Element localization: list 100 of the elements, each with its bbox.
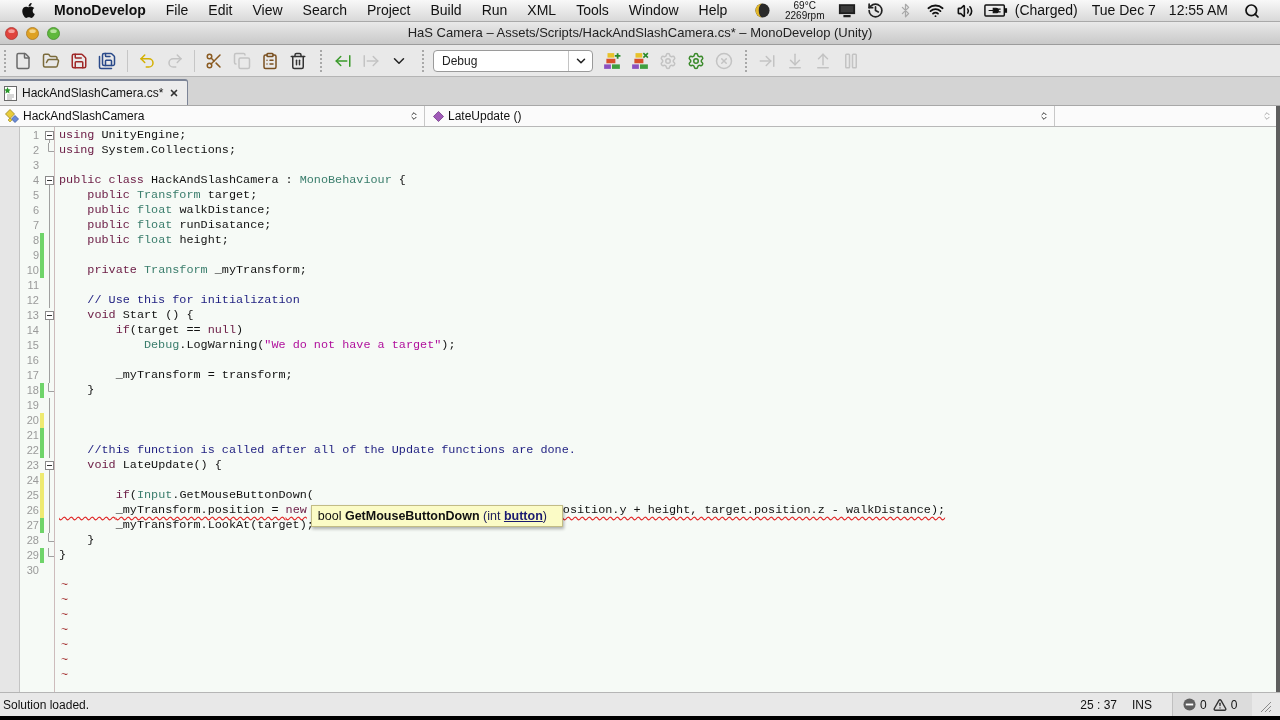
menu-item[interactable]: Window — [628, 0, 679, 21]
trash-icon[interactable] — [289, 51, 307, 70]
code-line: osition.y + height, target.position.z - walkDistance); — [562, 503, 946, 518]
temperature-reading: 69°C — [793, 0, 816, 11]
line-number: 21 — [25, 428, 39, 443]
collapse-icon[interactable] — [44, 311, 54, 320]
line-number: 30 — [25, 563, 39, 578]
save-icon[interactable] — [70, 51, 88, 70]
menu-item[interactable]: View — [252, 0, 283, 21]
scissors-icon[interactable] — [205, 51, 223, 70]
code-line: public Transform target; — [87, 188, 258, 203]
battery-status[interactable]: (Charged) — [1014, 0, 1078, 21]
insert-mode: INS — [1132, 696, 1152, 714]
wifi-icon[interactable] — [926, 2, 946, 19]
close-icon[interactable] — [169, 88, 179, 98]
configuration-dropdown[interactable]: Debug — [433, 49, 593, 72]
line-number: 27 — [25, 518, 39, 533]
app-menu[interactable]: MonoDevelop — [54, 0, 146, 21]
diamond-icon — [433, 110, 444, 122]
member-dropdown[interactable]: LateUpdate () — [425, 106, 1055, 126]
code-line: if(Input.GetMouseButtonDown( — [115, 488, 314, 503]
folder-icon[interactable] — [42, 51, 60, 70]
code-line: } — [87, 533, 95, 548]
line-number: 22 — [25, 443, 39, 458]
save-all-icon[interactable] — [98, 51, 116, 70]
file-icon[interactable] — [14, 51, 32, 70]
line-number: 5 — [31, 188, 39, 203]
warning-count: 0 — [1230, 696, 1238, 714]
menu-item[interactable]: Run — [481, 0, 508, 21]
line-number: 19 — [25, 398, 39, 413]
fan-speed-reading: 2269rpm — [785, 10, 825, 21]
history-icon[interactable] — [867, 2, 885, 19]
line-number: 16 — [25, 353, 39, 368]
blocks-icon[interactable] — [603, 51, 621, 70]
warning-icon — [1212, 697, 1227, 712]
tilde-marker: ~ — [60, 608, 69, 623]
tilde-marker: ~ — [60, 593, 69, 608]
menu-item[interactable]: Edit — [208, 0, 233, 21]
line-number: 11 — [26, 278, 39, 293]
menu-item[interactable]: Build — [430, 0, 462, 21]
line-number: 13 — [25, 308, 39, 323]
code-line: public float runDisatance; — [87, 218, 272, 233]
code-line: private Transform _myTransform; — [87, 263, 307, 278]
display-icon[interactable] — [837, 3, 856, 18]
status-message: Solution loaded. — [2, 696, 90, 714]
code-line: using System.Collections; — [59, 143, 236, 158]
line-number: 29 — [25, 548, 39, 563]
code-line: using UnityEngine; — [59, 128, 187, 143]
menu-item[interactable]: Search — [302, 0, 347, 21]
blocks-icon[interactable] — [631, 51, 649, 70]
code-line: } — [59, 548, 67, 563]
line-number: 28 — [25, 533, 39, 548]
line-number: 26 — [25, 503, 39, 518]
menu-time[interactable]: 12:55 AM — [1168, 0, 1228, 21]
line-number: 25 — [25, 488, 39, 503]
menu-item[interactable]: Help — [698, 0, 728, 21]
line-number: 6 — [31, 203, 39, 218]
line-number: 1 — [31, 128, 39, 143]
code-line: _myTransform.position = new — [115, 503, 307, 518]
minimize-icon[interactable] — [26, 26, 39, 40]
class-dropdown[interactable]: HackAndSlashCamera — [0, 106, 425, 126]
line-number: 24 — [25, 473, 39, 488]
code-line: public float height; — [87, 233, 229, 248]
code-line: _myTransform = transform; — [115, 368, 293, 383]
line-number: 15 — [25, 338, 39, 353]
search-icon[interactable] — [1244, 2, 1260, 19]
signature-tooltip: bool GetMouseButtonDown (int button) — [310, 505, 563, 527]
cursor-position: 25 : 37 — [1080, 696, 1117, 714]
tilde-marker: ~ — [60, 638, 69, 653]
code-line: void LateUpdate() { — [87, 458, 222, 473]
code-line: // Use this for initialization — [87, 293, 300, 308]
sphere-icon[interactable] — [755, 3, 771, 18]
zoom-icon[interactable] — [47, 26, 60, 40]
apple-icon[interactable] — [21, 2, 36, 19]
code-line: //this function is called after all of the Update functions are done. — [87, 443, 576, 458]
menu-item[interactable]: File — [165, 0, 189, 21]
collapse-icon[interactable] — [44, 176, 54, 185]
error-icon — [1183, 698, 1196, 711]
line-number: 12 — [25, 293, 39, 308]
file-icon — [4, 85, 17, 101]
line-number: 2 — [31, 143, 39, 158]
menu-item[interactable]: Project — [366, 0, 411, 21]
collapse-icon[interactable] — [44, 131, 54, 140]
battery-icon[interactable] — [983, 4, 1008, 17]
editor-tab[interactable]: HackAndSlashCamera.cs* — [0, 79, 188, 105]
collapse-icon[interactable] — [44, 461, 54, 470]
tilde-marker: ~ — [60, 653, 69, 668]
menu-item[interactable]: Tools — [576, 0, 609, 21]
line-number: 4 — [31, 173, 39, 188]
gear-icon[interactable] — [687, 51, 705, 70]
error-count: 0 — [1200, 696, 1207, 714]
clipboard-icon[interactable] — [261, 51, 279, 70]
line-number: 10 — [25, 263, 39, 278]
chevrons-icon — [409, 109, 419, 123]
menu-date[interactable]: Tue Dec 7 — [1091, 0, 1156, 21]
tilde-marker: ~ — [60, 623, 69, 638]
resize-grip-icon[interactable] — [1260, 701, 1272, 713]
volume-icon[interactable] — [956, 2, 973, 19]
line-number: 7 — [31, 218, 39, 233]
menu-item[interactable]: XML — [527, 0, 557, 21]
